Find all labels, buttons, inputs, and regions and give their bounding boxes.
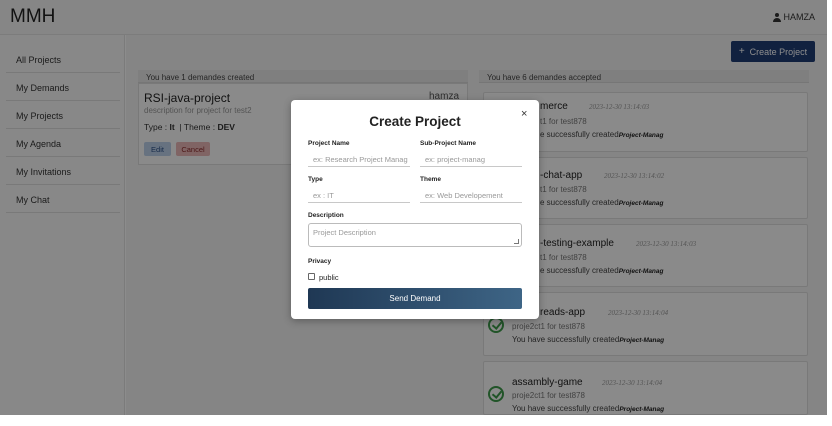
public-checkbox[interactable] xyxy=(308,273,315,280)
close-icon[interactable]: × xyxy=(521,108,527,120)
description-textarea[interactable]: Project Description xyxy=(308,223,522,247)
type-field-label: Type xyxy=(308,176,323,183)
theme-field-label: Theme xyxy=(420,176,441,183)
modal-title: Create Project xyxy=(369,114,461,129)
project-name-input[interactable]: ex: Research Project Manag xyxy=(308,151,410,167)
type-input[interactable]: ex : IT xyxy=(308,187,410,203)
sub-project-name-input[interactable]: ex: project-manag xyxy=(420,151,522,167)
description-label: Description xyxy=(308,212,344,219)
app-window: MMH HAMZA All Projects My Demands My Pro… xyxy=(0,0,832,426)
theme-input[interactable]: ex: Web Developement xyxy=(420,187,522,203)
create-project-modal: Create Project × Project Name ex: Resear… xyxy=(291,100,539,319)
description-placeholder: Project Description xyxy=(313,228,376,237)
resize-handle-icon[interactable] xyxy=(514,239,519,244)
privacy-label: Privacy xyxy=(308,258,332,265)
send-demand-button[interactable]: Send Demand xyxy=(308,288,522,309)
public-label[interactable]: public xyxy=(319,273,339,282)
sub-project-name-label: Sub-Project Name xyxy=(420,140,476,147)
project-name-label: Project Name xyxy=(308,140,350,147)
